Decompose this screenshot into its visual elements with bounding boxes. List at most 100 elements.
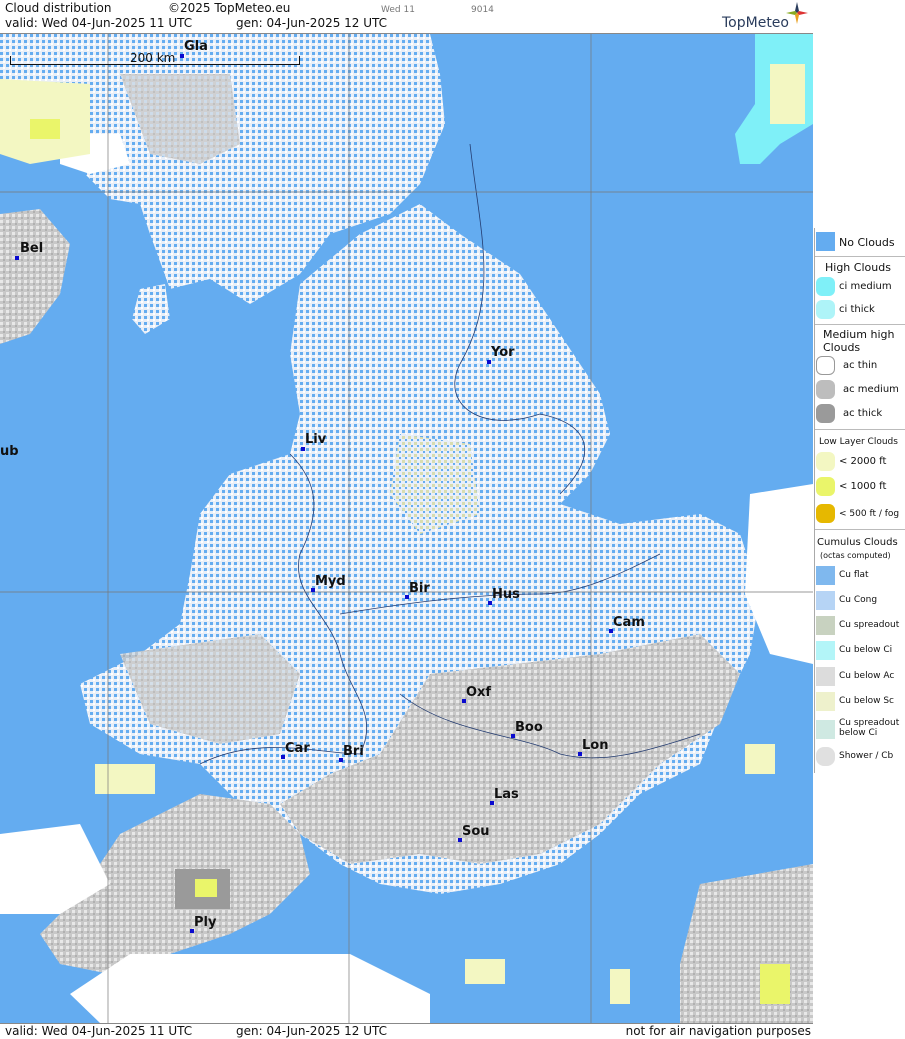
compass-logo-icon	[786, 2, 808, 24]
legend-item-cu-below-ac: Cu below Ac	[815, 667, 905, 687]
swatch-shower	[816, 747, 835, 766]
legend-label: < 1000 ft	[839, 481, 887, 492]
legend-item-cu-cong: Cu Cong	[815, 591, 905, 611]
swatch-low-500	[816, 504, 835, 523]
city-label-liv[interactable]: Liv	[305, 432, 326, 447]
footer-bar: valid: Wed 04-Jun-2025 11 UTC gen: 04-Ju…	[0, 1023, 813, 1039]
valid-time: valid: Wed 04-Jun-2025 11 UTC	[5, 16, 193, 30]
city-marker	[15, 256, 19, 260]
legend-label: Cu spreadout	[839, 718, 900, 728]
header-code-label: 9014	[471, 5, 494, 15]
swatch-ac-thick	[816, 404, 835, 423]
legend-label: Cu below Ci	[839, 645, 893, 655]
legend-heading-high: High Clouds	[825, 261, 891, 274]
header-bar: Cloud distribution ©2025 TopMeteo.eu val…	[0, 0, 813, 34]
low-cloud-2000-w	[95, 764, 155, 794]
legend-label: ci thick	[839, 304, 875, 315]
city-label-hus[interactable]: Hus	[492, 587, 520, 602]
legend-item-low-2000: < 2000 ft	[815, 452, 905, 472]
swatch-cu-below-ci	[816, 641, 835, 660]
swatch-no-clouds	[816, 232, 835, 251]
legend-label: ac thin	[843, 360, 878, 371]
low-cloud-1000	[195, 879, 217, 897]
legend-item-cu-spreadout: Cu spreadout	[815, 616, 905, 636]
city-label-myd[interactable]: Myd	[315, 574, 346, 589]
city-label-bri[interactable]: Bri	[343, 744, 364, 759]
land-isle-of-man	[132, 284, 170, 334]
legend-divider	[815, 324, 905, 325]
legend-panel: No Clouds High Clouds ci medium ci thick…	[814, 228, 905, 773]
legend-item-ac-medium: ac medium	[815, 380, 905, 400]
city-marker	[301, 447, 305, 451]
swatch-low-2000	[816, 452, 835, 471]
ac-cloud-channel-east	[680, 864, 813, 1023]
low-cloud-1000-se	[760, 964, 790, 1004]
legend-item-cu-below-ci: Cu below Ci	[815, 641, 905, 661]
city-label-ub[interactable]: ub	[0, 444, 19, 459]
legend-divider	[815, 256, 905, 257]
cloud-map[interactable]: 200 km Gla Bel ub Yor Liv Myd Bir Hus Ca…	[0, 34, 813, 1023]
legend-heading-medium: Medium high	[823, 328, 895, 341]
legend-heading-cumulus-2: (octas computed)	[820, 551, 891, 560]
legend-item-ac-thin: ac thin	[815, 356, 905, 376]
city-label-cam[interactable]: Cam	[613, 615, 645, 630]
legend-label: Cu Cong	[839, 595, 878, 605]
city-label-gla[interactable]: Gla	[184, 39, 208, 54]
swatch-cu-spread-ci	[816, 720, 835, 739]
city-label-sou[interactable]: Sou	[462, 824, 490, 839]
swatch-ac-medium	[816, 380, 835, 399]
header-small-label: Wed 11	[381, 5, 415, 15]
low-cloud-ne	[770, 64, 805, 124]
legend-item-ci-thick: ci thick	[815, 300, 905, 320]
footer-disclaimer: not for air navigation purposes	[625, 1024, 811, 1038]
legend-label: Cu flat	[839, 570, 869, 580]
legend-divider	[815, 529, 905, 530]
city-marker	[487, 360, 491, 364]
city-label-lon[interactable]: Lon	[582, 738, 608, 753]
footer-generated-time: gen: 04-Jun-2025 12 UTC	[236, 1024, 388, 1038]
legend-label: ac medium	[843, 384, 899, 395]
swatch-cu-cong	[816, 591, 835, 610]
swatch-cu-spreadout	[816, 616, 835, 635]
white-cloud-east	[745, 484, 813, 664]
legend-label: below Ci	[839, 728, 878, 738]
swatch-ci-thick	[816, 300, 835, 319]
city-label-las[interactable]: Las	[494, 787, 519, 802]
swatch-cu-flat	[816, 566, 835, 585]
legend-item-cu-below-sc: Cu below Sc	[815, 692, 905, 712]
city-marker	[180, 54, 184, 58]
city-label-car[interactable]: Car	[285, 741, 310, 756]
swatch-low-1000	[816, 477, 835, 496]
legend-item-low-1000: < 1000 ft	[815, 477, 905, 497]
legend-item-cu-flat: Cu flat	[815, 566, 905, 586]
legend-label: < 2000 ft	[839, 456, 887, 467]
map-title: Cloud distribution	[5, 1, 112, 15]
low-cloud-2000-s	[465, 959, 505, 984]
legend-label: ac thick	[843, 408, 883, 419]
footer-valid-time: valid: Wed 04-Jun-2025 11 UTC	[5, 1024, 193, 1038]
city-label-yor[interactable]: Yor	[491, 345, 515, 360]
legend-divider	[815, 429, 905, 430]
brand-name: TopMeteo	[722, 15, 789, 31]
copyright-text: ©2025 TopMeteo.eu	[168, 1, 291, 15]
land-northern-ireland	[0, 209, 70, 344]
legend-item-ac-thick: ac thick	[815, 404, 905, 424]
city-label-ply[interactable]: Ply	[194, 915, 216, 930]
city-label-bir[interactable]: Bir	[409, 581, 430, 596]
legend-item-no-clouds: No Clouds	[815, 232, 905, 252]
map-canvas	[0, 34, 813, 1023]
legend-heading-cumulus: Cumulus Clouds	[817, 537, 898, 548]
swatch-cu-below-sc	[816, 692, 835, 711]
legend-label: < 500 ft / fog	[839, 509, 900, 519]
city-label-oxf[interactable]: Oxf	[466, 685, 491, 700]
low-cloud-1000-nw	[30, 119, 60, 139]
city-label-bel[interactable]: Bel	[20, 241, 43, 256]
legend-item-low-500: < 500 ft / fog	[815, 504, 905, 524]
legend-label: No Clouds	[839, 236, 895, 249]
city-label-boo[interactable]: Boo	[515, 720, 543, 735]
legend-item-cu-spread-ci: Cu spreadout below Ci	[815, 718, 905, 742]
scale-label: 200 km	[130, 51, 176, 65]
legend-label: Shower / Cb	[839, 751, 894, 761]
low-cloud-2000-s2	[610, 969, 630, 1004]
swatch-ci-medium	[816, 277, 835, 296]
